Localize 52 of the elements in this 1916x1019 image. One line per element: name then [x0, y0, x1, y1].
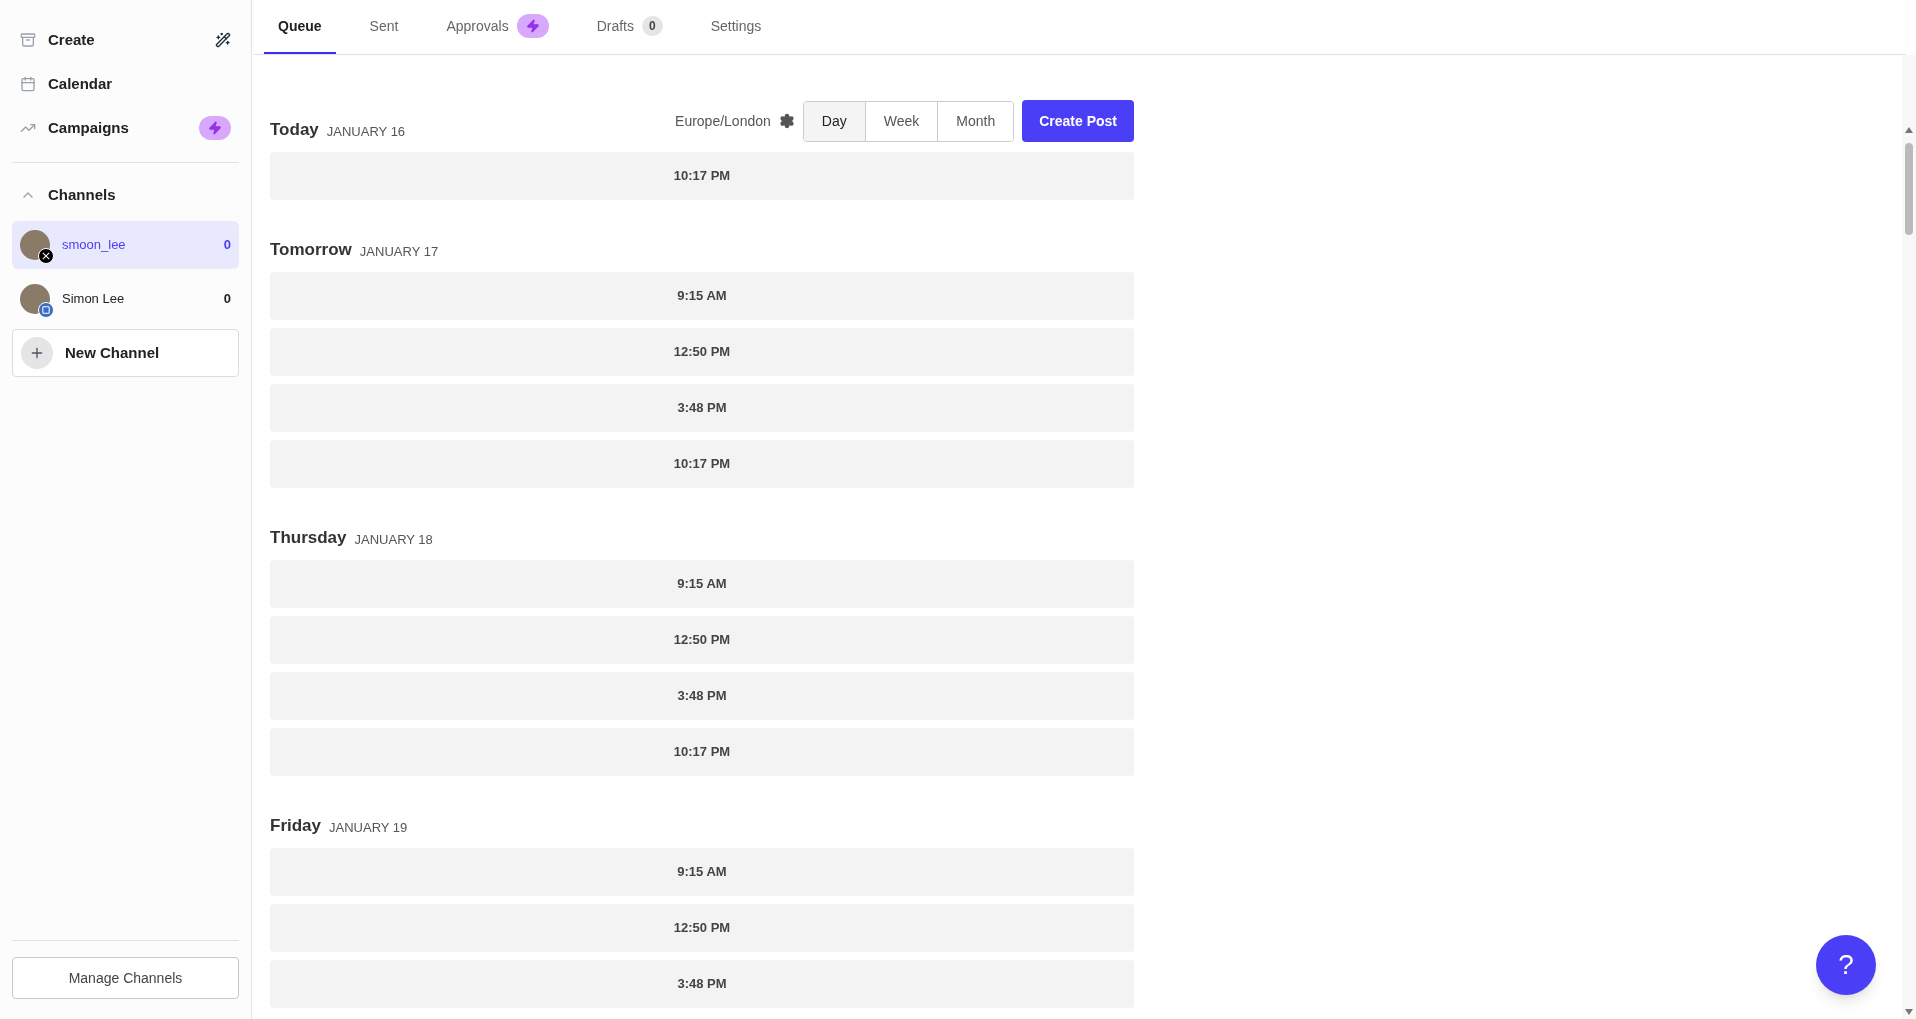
time-slot[interactable]: 3:48 PM: [270, 960, 1134, 1008]
view-toggle[interactable]: Day: [803, 101, 865, 141]
day-title: Tomorrow: [270, 238, 352, 261]
magic-wand-icon[interactable]: [215, 32, 231, 48]
nav-item[interactable]: Calendar: [12, 62, 239, 106]
network-badge-icon: [38, 302, 54, 318]
create-post-button[interactable]: Create Post: [1022, 100, 1134, 142]
time-slot[interactable]: 9:15 AM: [270, 848, 1134, 896]
bolt-badge: [199, 116, 231, 140]
tab[interactable]: Approvals: [432, 0, 563, 54]
new-channel-button[interactable]: New Channel: [12, 329, 239, 377]
time-slot[interactable]: 9:15 AM: [270, 560, 1134, 608]
day-title: Thursday: [270, 526, 347, 549]
bolt-badge: [516, 14, 549, 38]
plus-icon: [29, 345, 45, 361]
view-toggle[interactable]: Month: [937, 101, 1014, 141]
tab[interactable]: Settings: [696, 0, 776, 54]
tab[interactable]: Sent: [355, 0, 413, 54]
day-title: Today: [270, 118, 319, 141]
nav-item[interactable]: Create: [12, 18, 239, 62]
day-date: JANUARY 16: [326, 122, 406, 141]
channel-item[interactable]: Simon Lee 0: [12, 275, 239, 323]
time-slot[interactable]: 10:17 PM: [270, 152, 1134, 200]
day-date: JANUARY 17: [359, 242, 439, 261]
nav-item[interactable]: Campaigns: [12, 106, 239, 150]
time-slot[interactable]: 12:50 PM: [270, 616, 1134, 664]
scrollbar-thumb[interactable]: [1905, 143, 1913, 235]
tab[interactable]: Queue: [264, 0, 336, 54]
timezone-label: Europe/London: [675, 111, 771, 131]
time-slot[interactable]: 12:50 PM: [270, 328, 1134, 376]
count-badge: 0: [642, 16, 663, 36]
day-date: JANUARY 18: [354, 530, 433, 549]
channel-item[interactable]: smoon_lee 0: [12, 221, 239, 269]
day-date: JANUARY 19: [329, 818, 408, 837]
network-badge-icon: [38, 248, 54, 264]
tab[interactable]: Drafts 0: [582, 0, 677, 54]
tray-icon: [20, 32, 36, 48]
time-slot[interactable]: 3:48 PM: [270, 384, 1134, 432]
scroll-up-arrow-icon[interactable]: [1905, 127, 1913, 133]
channels-header[interactable]: Channels: [12, 175, 239, 215]
time-slot[interactable]: 10:17 PM: [270, 440, 1134, 488]
time-slot[interactable]: 3:48 PM: [270, 672, 1134, 720]
scrollbar[interactable]: [1902, 55, 1916, 1019]
calendar-icon: [20, 76, 36, 92]
time-slot[interactable]: 10:17 PM: [270, 728, 1134, 776]
time-slot[interactable]: 12:50 PM: [270, 904, 1134, 952]
settings-icon[interactable]: [778, 113, 795, 129]
manage-channels-button[interactable]: Manage Channels: [12, 957, 239, 999]
scroll-down-arrow-icon[interactable]: [1905, 1009, 1913, 1015]
time-slot[interactable]: 9:15 AM: [270, 272, 1134, 320]
help-button[interactable]: ?: [1816, 935, 1876, 995]
day-title: Friday: [270, 814, 322, 837]
